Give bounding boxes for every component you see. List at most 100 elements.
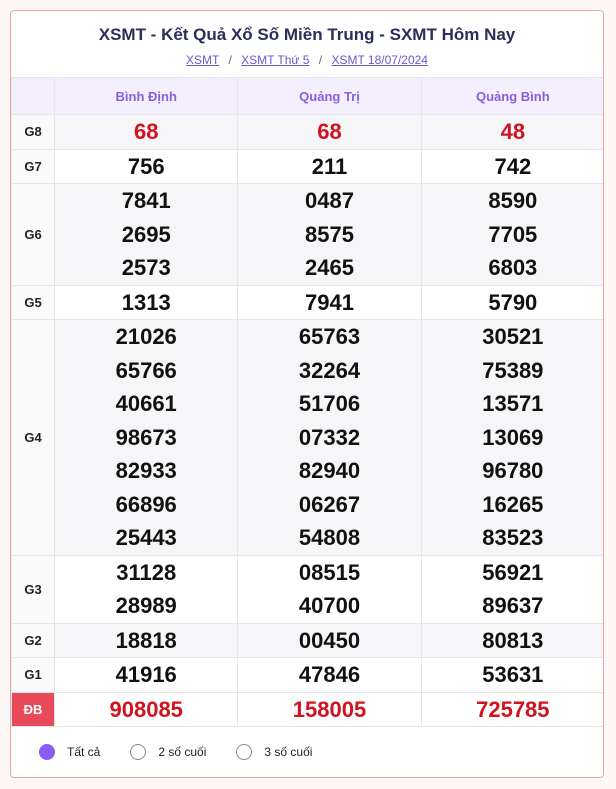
prize-label: G2 bbox=[11, 622, 56, 658]
radio-all[interactable] bbox=[39, 744, 55, 760]
prize-number: 13069 bbox=[482, 424, 544, 450]
prize-number: 56921 bbox=[482, 559, 544, 585]
prize-number: 25443 bbox=[115, 525, 177, 550]
prize-number: 41916 bbox=[115, 662, 177, 687]
filter-label: 2 số cuối bbox=[158, 745, 207, 759]
prize-number: 2695 bbox=[121, 221, 171, 247]
prize-number: 31128 bbox=[116, 559, 177, 585]
prize-label: G4 bbox=[11, 319, 56, 556]
province-header: Quảng Trị bbox=[237, 77, 422, 115]
prize-label: ĐB bbox=[11, 691, 56, 727]
prize-label: G1 bbox=[11, 657, 56, 693]
prize-row: ĐB 908085 158005 725785 bbox=[11, 691, 603, 727]
prize-number: 5790 bbox=[488, 289, 538, 315]
prize-cell: 158005 bbox=[237, 691, 422, 727]
prize-number: 40700 bbox=[298, 593, 361, 618]
prize-number: 66896 bbox=[115, 491, 177, 517]
prize-label: G5 bbox=[11, 284, 56, 320]
prize-number: 7941 bbox=[305, 289, 354, 315]
prize-row: G8 68 68 48 bbox=[11, 114, 603, 150]
prize-cell: 908085 bbox=[54, 691, 239, 727]
prize-number: 51706 bbox=[298, 391, 361, 416]
prize-label: G8 bbox=[11, 114, 56, 150]
prize-number: 18818 bbox=[115, 627, 177, 653]
province-header-row: Bình Định Quảng Trị Quảng Bình bbox=[11, 77, 603, 115]
prize-cell: 7841 2695 2573 bbox=[54, 183, 239, 286]
prize-number: 0487 bbox=[305, 188, 354, 213]
prize-cell: 21026 65766 40661 98673 82933 66896 25443 bbox=[54, 319, 239, 556]
prize-number: 08515 bbox=[298, 559, 361, 585]
prize-row: G4 21026 65766 40661 98673 82933 66896 25443 657… bbox=[11, 319, 603, 556]
prize-number: 756 bbox=[127, 153, 165, 179]
prize-number: 68 bbox=[317, 119, 342, 144]
prize-label: G6 bbox=[11, 183, 56, 286]
prize-cell: 00450 bbox=[237, 622, 422, 658]
prize-row: G2 18818 00450 80813 bbox=[11, 622, 603, 658]
prize-cell: 48 bbox=[420, 114, 603, 150]
prize-number: 6803 bbox=[488, 255, 538, 280]
prize-number: 21026 bbox=[115, 324, 177, 349]
prize-number: 82933 bbox=[115, 458, 177, 483]
prize-cell: 7941 bbox=[237, 284, 422, 320]
prize-number: 00450 bbox=[298, 627, 361, 653]
prize-number: 13571 bbox=[482, 391, 544, 416]
radio-last-2[interactable] bbox=[130, 744, 147, 760]
breadcrumb-date[interactable]: XSMT 18/07/2024 bbox=[331, 53, 428, 67]
prize-row: G6 7841 2695 2573 0487 8575 2465 8590 7705 6803 bbox=[11, 183, 603, 286]
prize-number: 53631 bbox=[482, 662, 544, 687]
prize-number: 98673 bbox=[115, 424, 177, 450]
prize-row: G7 756 211 742 bbox=[11, 148, 603, 184]
prize-number: 2573 bbox=[121, 255, 171, 280]
prize-cell: 8590 7705 6803 bbox=[420, 183, 603, 286]
page-title: XSMT - Kết Quả Xổ Số Miền Trung - SXMT H… bbox=[98, 25, 516, 44]
prize-number: 908085 bbox=[109, 696, 183, 722]
prize-table-body: G8 68 68 48 G7 756 211 742 G6 7841 2695 2573 0487 857… bbox=[11, 114, 603, 727]
prize-cell: 08515 40700 bbox=[237, 554, 422, 624]
prize-row: G1 41916 47846 53631 bbox=[11, 657, 603, 693]
prize-cell: 41916 bbox=[54, 657, 239, 693]
prize-number: 2465 bbox=[305, 255, 354, 280]
prize-number: 211 bbox=[311, 153, 348, 179]
prize-cell: 211 bbox=[237, 148, 422, 184]
prize-number: 1313 bbox=[121, 289, 171, 315]
prize-number: 742 bbox=[494, 153, 532, 179]
header-corner bbox=[11, 77, 56, 115]
filter-all[interactable]: Tất cả bbox=[39, 744, 100, 760]
prize-number: 32264 bbox=[298, 357, 361, 383]
filter-last-2[interactable]: 2 số cuối bbox=[130, 744, 206, 760]
prize-cell: 65763 32264 51706 07332 82940 06267 54808 bbox=[237, 319, 422, 556]
prize-cell: 68 bbox=[237, 114, 422, 150]
province-header: Bình Định bbox=[54, 77, 239, 115]
prize-number: 83523 bbox=[482, 525, 544, 550]
prize-label: G3 bbox=[11, 554, 56, 624]
breadcrumb-weekday[interactable]: XSMT Thứ 5 bbox=[241, 53, 309, 67]
prize-cell: 756 bbox=[54, 148, 239, 184]
prize-cell: 5790 bbox=[420, 284, 603, 320]
breadcrumb-separator: / bbox=[318, 53, 323, 67]
prize-number: 48 bbox=[500, 119, 526, 144]
prize-cell: 725785 bbox=[420, 691, 603, 727]
prize-number: 82940 bbox=[298, 458, 361, 483]
prize-number: 80813 bbox=[482, 627, 544, 653]
prize-cell: 56921 89637 bbox=[420, 554, 603, 624]
prize-number: 7705 bbox=[488, 221, 538, 247]
prize-number: 725785 bbox=[476, 696, 550, 722]
prize-label: G7 bbox=[11, 148, 56, 184]
prize-cell: 47846 bbox=[237, 657, 422, 693]
results-card: XSMT - Kết Quả Xổ Số Miền Trung - SXMT H… bbox=[10, 10, 604, 778]
prize-number: 8590 bbox=[488, 188, 538, 213]
results-header: XSMT - Kết Quả Xổ Số Miền Trung - SXMT H… bbox=[11, 11, 603, 77]
prize-cell: 18818 bbox=[54, 622, 239, 658]
prize-number: 07332 bbox=[298, 424, 361, 450]
prize-number: 89637 bbox=[482, 593, 544, 618]
filter-last-3[interactable]: 3 số cuối bbox=[236, 744, 312, 760]
filter-label: Tất cả bbox=[67, 745, 101, 759]
prize-number: 65763 bbox=[298, 324, 361, 349]
prize-number: 96780 bbox=[482, 458, 544, 483]
breadcrumb: XSMT / XSMT Thứ 5 / XSMT 18/07/2024 bbox=[11, 53, 603, 67]
breadcrumb-xsmt[interactable]: XSMT bbox=[186, 53, 219, 67]
prize-number: 7841 bbox=[121, 188, 171, 213]
prize-number: 16265 bbox=[482, 491, 544, 517]
radio-last-3[interactable] bbox=[236, 744, 253, 760]
prize-number: 54808 bbox=[298, 525, 361, 550]
